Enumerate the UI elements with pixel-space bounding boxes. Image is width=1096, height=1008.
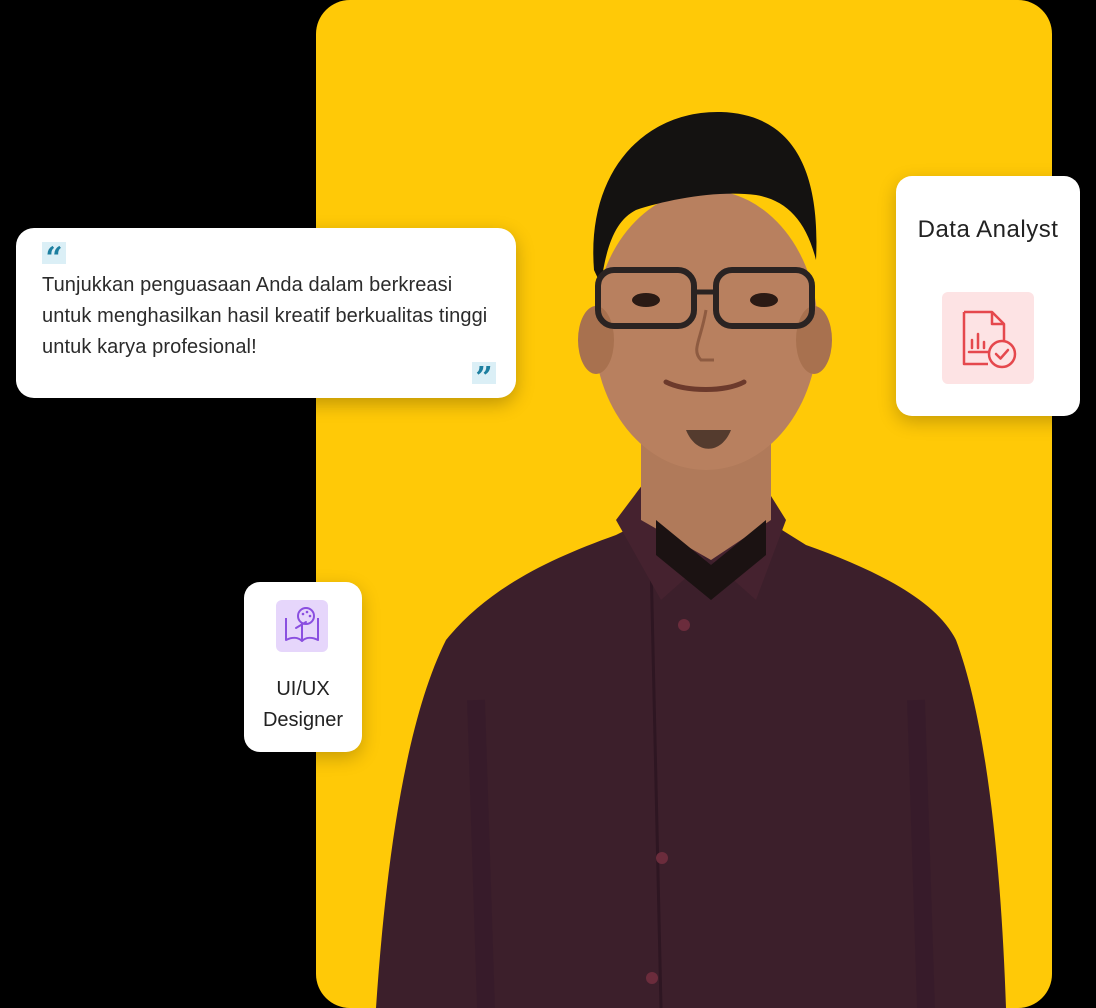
quote-text: Tunjukkan penguasaan Anda dalam berkreas… <box>42 274 488 358</box>
document-chart-check-icon <box>942 292 1034 384</box>
close-quote-icon: ” <box>472 362 496 384</box>
person-photo <box>376 111 1006 1008</box>
book-palette-icon <box>276 600 328 652</box>
role-card-ui-ux-designer: UI/UX Designer <box>244 582 362 752</box>
role-title: Data Analyst <box>917 216 1059 243</box>
hero-stage: “ Tunjukkan penguasaan Anda dalam berkre… <box>0 0 1096 1008</box>
role-title: UI/UX Designer <box>262 678 344 731</box>
quote-card: “ Tunjukkan penguasaan Anda dalam berkre… <box>16 228 516 398</box>
open-quote-icon: “ <box>42 242 66 264</box>
role-card-data-analyst: Data Analyst <box>896 176 1080 416</box>
